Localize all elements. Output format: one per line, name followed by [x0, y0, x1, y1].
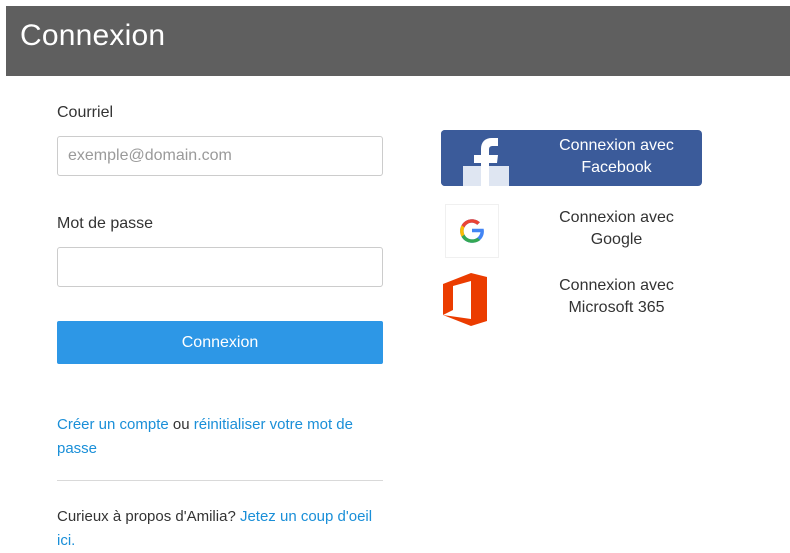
facebook-icon: [441, 130, 531, 186]
microsoft-label-line2: Microsoft 365: [568, 299, 665, 316]
microsoft-login-button[interactable]: Connexion avec Microsoft 365: [441, 270, 702, 326]
google-icon-box: [445, 204, 499, 258]
login-button[interactable]: Connexion: [57, 321, 383, 364]
facebook-label-line2: Facebook: [581, 159, 652, 176]
account-links: Créer un compte ou réinitialiser votre m…: [57, 413, 383, 461]
divider: [57, 480, 383, 481]
page-title: Connexion: [20, 19, 166, 52]
google-label-line1: Connexion avec: [559, 209, 674, 226]
about-text: Curieux à propos d'Amilia? Jetez un coup…: [57, 505, 383, 553]
create-account-link[interactable]: Créer un compte: [57, 416, 169, 433]
microsoft-label-line1: Connexion avec: [559, 277, 674, 294]
google-label: Connexion avec Google: [531, 207, 702, 251]
facebook-login-button[interactable]: Connexion avec Facebook: [441, 130, 702, 186]
office-icon: [443, 273, 487, 326]
page-header: Connexion: [6, 6, 790, 76]
email-label: Courriel: [57, 104, 114, 121]
google-login-button[interactable]: Connexion avec Google: [441, 202, 702, 258]
google-icon: [460, 219, 484, 243]
microsoft-label: Connexion avec Microsoft 365: [531, 275, 702, 319]
or-text: ou: [168, 416, 194, 433]
google-label-line2: Google: [590, 231, 643, 248]
facebook-label: Connexion avec Facebook: [531, 135, 702, 179]
curious-text: Curieux à propos d'Amilia?: [57, 508, 240, 525]
password-label: Mot de passe: [57, 215, 154, 232]
email-field[interactable]: [57, 136, 383, 176]
password-field[interactable]: [57, 247, 383, 287]
facebook-label-line1: Connexion avec: [559, 137, 674, 154]
